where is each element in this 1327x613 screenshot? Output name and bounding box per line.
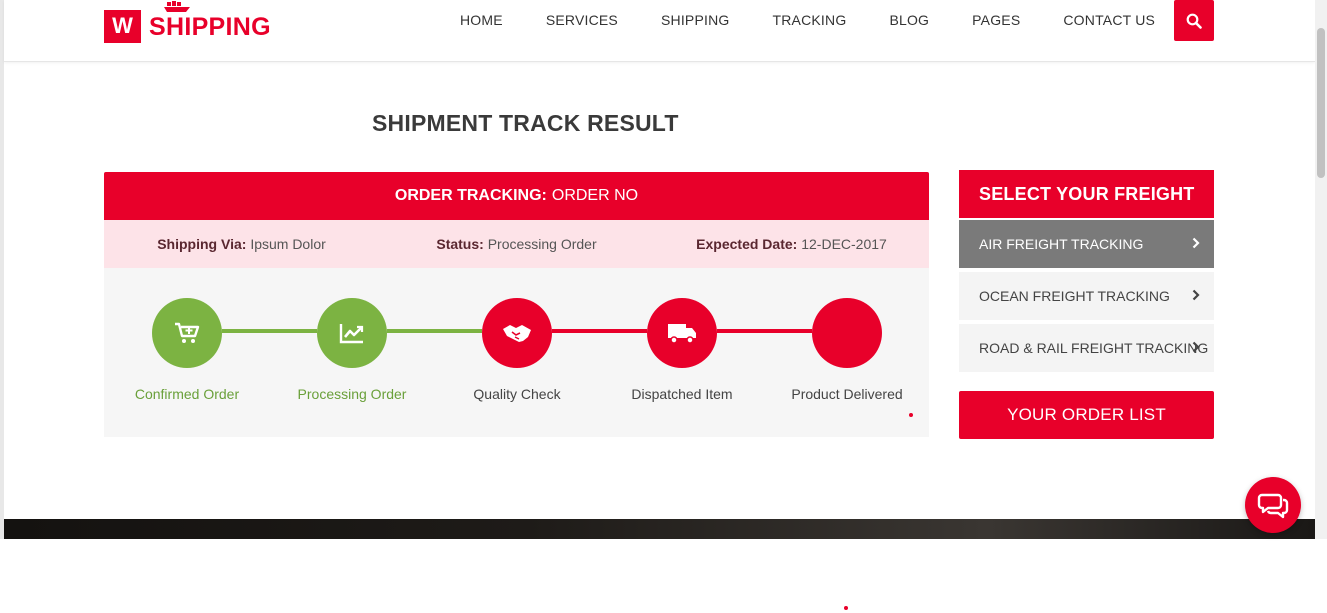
order-number: ORDER NO — [551, 187, 639, 204]
step-quality-check: Quality Check — [452, 298, 582, 402]
logo[interactable]: W SHIPPING — [104, 1, 271, 44]
sidebar-item-label: ROAD & RAIL FREIGHT TRACKING — [979, 340, 1209, 356]
step-circle — [482, 298, 552, 368]
step-label: Dispatched Item — [631, 386, 733, 402]
ship-icon — [164, 1, 190, 12]
nav-contact-us[interactable]: CONTACT US — [1063, 12, 1155, 28]
indicator-dot — [909, 413, 913, 417]
cart-plus-icon — [175, 322, 200, 343]
step-product-delivered: Product Delivered — [782, 298, 912, 402]
sidebar-item-air-freight[interactable]: AIR FREIGHT TRACKING — [959, 220, 1214, 268]
main-nav: HOME SERVICES SHIPPING TRACKING BLOG PAG… — [460, 0, 1198, 40]
logo-mark: W — [104, 9, 141, 43]
shipping-via-value: Ipsum Dolor — [250, 236, 326, 252]
chevron-right-icon — [1192, 289, 1200, 301]
expected-date-label: Expected Date: — [696, 236, 798, 252]
sidebar-item-ocean-freight[interactable]: OCEAN FREIGHT TRACKING — [959, 272, 1214, 320]
dark-banner-strip — [4, 519, 1315, 539]
logo-text: SHIPPING — [149, 12, 271, 41]
step-label: Confirmed Order — [134, 386, 240, 402]
step-circle — [317, 298, 387, 368]
freight-sidebar: SELECT YOUR FREIGHT AIR FREIGHT TRACKING… — [959, 170, 1214, 439]
step-confirmed-order: Confirmed Order — [122, 298, 252, 402]
step-dispatched-item: Dispatched Item — [617, 298, 747, 402]
chat-button[interactable] — [1245, 477, 1301, 533]
chevron-right-icon — [1192, 341, 1200, 353]
sidebar-heading: SELECT YOUR FREIGHT — [959, 170, 1214, 218]
step-label: Product Delivered — [791, 386, 903, 402]
step-label: Quality Check — [473, 386, 561, 402]
truck-icon — [668, 324, 696, 344]
chat-bubbles-icon — [1257, 493, 1289, 519]
step-label: Processing Order — [297, 386, 407, 402]
step-circle — [812, 298, 882, 368]
expected-date: Expected Date: 12-DEC-2017 — [654, 236, 929, 252]
chevron-right-icon — [1192, 237, 1200, 249]
page-title: SHIPMENT TRACK RESULT — [372, 110, 679, 136]
status-label: Status: — [436, 236, 484, 252]
search-icon — [1186, 13, 1202, 29]
status-value: Processing Order — [487, 236, 597, 252]
nav-services[interactable]: SERVICES — [546, 12, 618, 28]
sidebar-item-road-rail-freight[interactable]: ROAD & RAIL FREIGHT TRACKING — [959, 324, 1214, 372]
shipping-via: Shipping Via: Ipsum Dolor — [104, 236, 379, 252]
site-header: W SHIPPING HOME SERVICES SHIPPING TRACKI… — [4, 0, 1315, 62]
shipping-via-label: Shipping Via: — [157, 236, 247, 252]
search-button[interactable] — [1174, 0, 1214, 41]
window-edge — [0, 0, 4, 539]
nav-pages[interactable]: PAGES — [972, 12, 1020, 28]
step-processing-order: Processing Order — [287, 298, 417, 402]
your-order-list-button[interactable]: YOUR ORDER LIST — [959, 391, 1214, 439]
nav-home[interactable]: HOME — [460, 12, 503, 28]
nav-tracking[interactable]: TRACKING — [772, 12, 846, 28]
nav-blog[interactable]: BLOG — [889, 12, 929, 28]
chart-icon — [339, 324, 364, 344]
order-status: Status: Processing Order — [379, 236, 654, 252]
sidebar-item-label: AIR FREIGHT TRACKING — [979, 236, 1144, 252]
order-tracking-header: ORDER TRACKING: ORDER NO — [104, 172, 929, 220]
sidebar-item-label: OCEAN FREIGHT TRACKING — [979, 288, 1170, 304]
step-circle — [647, 298, 717, 368]
step-circle — [152, 298, 222, 368]
indicator-dot — [844, 606, 848, 610]
expected-date-value: 12-DEC-2017 — [801, 236, 887, 252]
order-info-bar: Shipping Via: Ipsum Dolor Status: Proces… — [104, 220, 929, 268]
scrollbar-thumb[interactable] — [1317, 28, 1325, 178]
tracking-progress: Confirmed Order Processing Order Quality… — [104, 268, 929, 437]
handshake-icon — [503, 325, 531, 342]
scrollbar[interactable] — [1315, 0, 1327, 539]
nav-shipping[interactable]: SHIPPING — [661, 12, 730, 28]
page: W SHIPPING HOME SERVICES SHIPPING TRACKI… — [0, 0, 1327, 613]
order-tracking-card: ORDER TRACKING: ORDER NO Shipping Via: I… — [104, 172, 929, 437]
order-tracking-label: ORDER TRACKING: — [394, 187, 547, 204]
